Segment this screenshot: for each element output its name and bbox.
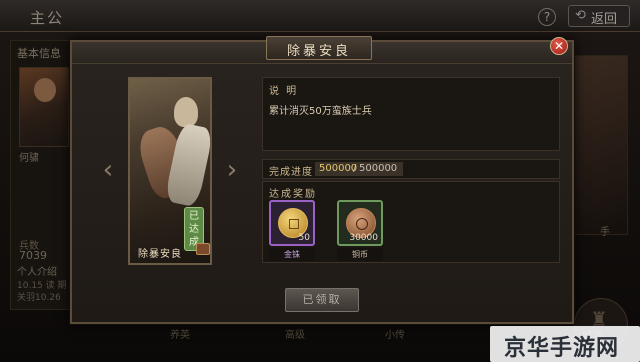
achievement-card: 已达成 除暴安良 (128, 77, 212, 265)
card-name: 除暴安良 (138, 249, 182, 260)
bio-title: 个人介绍 (17, 267, 57, 278)
progress-label: 完成进度 (269, 167, 313, 178)
progress-total: 500000 (359, 163, 398, 174)
close-button[interactable]: ✕ (550, 37, 568, 55)
tab-item[interactable]: 高级 (285, 326, 305, 341)
watermark: 京华手游网 (490, 326, 640, 362)
progress-current: 500000 (319, 163, 358, 174)
help-icon[interactable]: ? (538, 8, 556, 26)
progress-separator: / (353, 163, 357, 174)
hero-portrait[interactable] (19, 67, 69, 147)
achievement-dialog: 除暴安良 ✕ ‹ 已达成 除暴安良 › 说 明 累计消灭50万蛮族士兵 完成进度… (70, 36, 574, 324)
hero-name: 何骕 (19, 153, 39, 164)
dialog-title-plate: 除暴安良 (266, 36, 372, 60)
reward-quantity: 50 (298, 233, 310, 243)
reward-box: 达成奖励 50 金铢 30000 铜币 (262, 181, 560, 263)
reward-frame: 50 (269, 200, 315, 246)
reward-name: 铜币 (337, 248, 383, 261)
tab-item[interactable]: 养英 (170, 326, 190, 341)
tab-item[interactable]: 小传 (385, 326, 405, 341)
dialog-title: 除暴安良 (286, 44, 351, 59)
prev-arrow-icon[interactable]: ‹ (100, 157, 116, 183)
progress-row: 完成进度 500000 / 500000 (262, 159, 560, 179)
side-hero-portrait[interactable] (566, 55, 628, 235)
next-arrow-icon[interactable]: › (224, 157, 240, 183)
back-arrow-icon: ⟲ (575, 8, 586, 23)
screen-title: 主公 (30, 9, 65, 27)
description-box: 说 明 累计消灭50万蛮族士兵 (262, 77, 560, 151)
description-text: 累计消灭50万蛮族士兵 (269, 106, 372, 117)
top-bar: 主公 ? ⟲ 返回 (0, 0, 640, 32)
side-hero-label: 手 (600, 227, 610, 238)
stat-value: 7039 (19, 249, 47, 262)
back-button[interactable]: ⟲ 返回 (568, 5, 630, 27)
reward-title: 达成奖励 (269, 189, 317, 200)
chest-icon (196, 243, 210, 255)
reward-frame: 30000 (337, 200, 383, 246)
bio-line: 关羽10.26 (17, 293, 61, 303)
reward-item[interactable]: 50 金铢 (269, 200, 315, 264)
reward-name: 金铢 (269, 248, 315, 261)
back-label: 返回 (591, 12, 618, 27)
reward-quantity: 30000 (349, 233, 378, 243)
claimed-button[interactable]: 已领取 (285, 288, 359, 312)
reward-item[interactable]: 30000 铜币 (337, 200, 383, 264)
section-title: 基本信息 (17, 47, 61, 60)
description-label: 说 明 (269, 86, 299, 97)
figure-head (174, 97, 198, 127)
watermark-text: 京华手游网 (504, 336, 620, 361)
hero-info-panel: 基本信息 何骕 兵数 7039 个人介绍 10.15 读 期 关羽10.26 (10, 40, 72, 310)
